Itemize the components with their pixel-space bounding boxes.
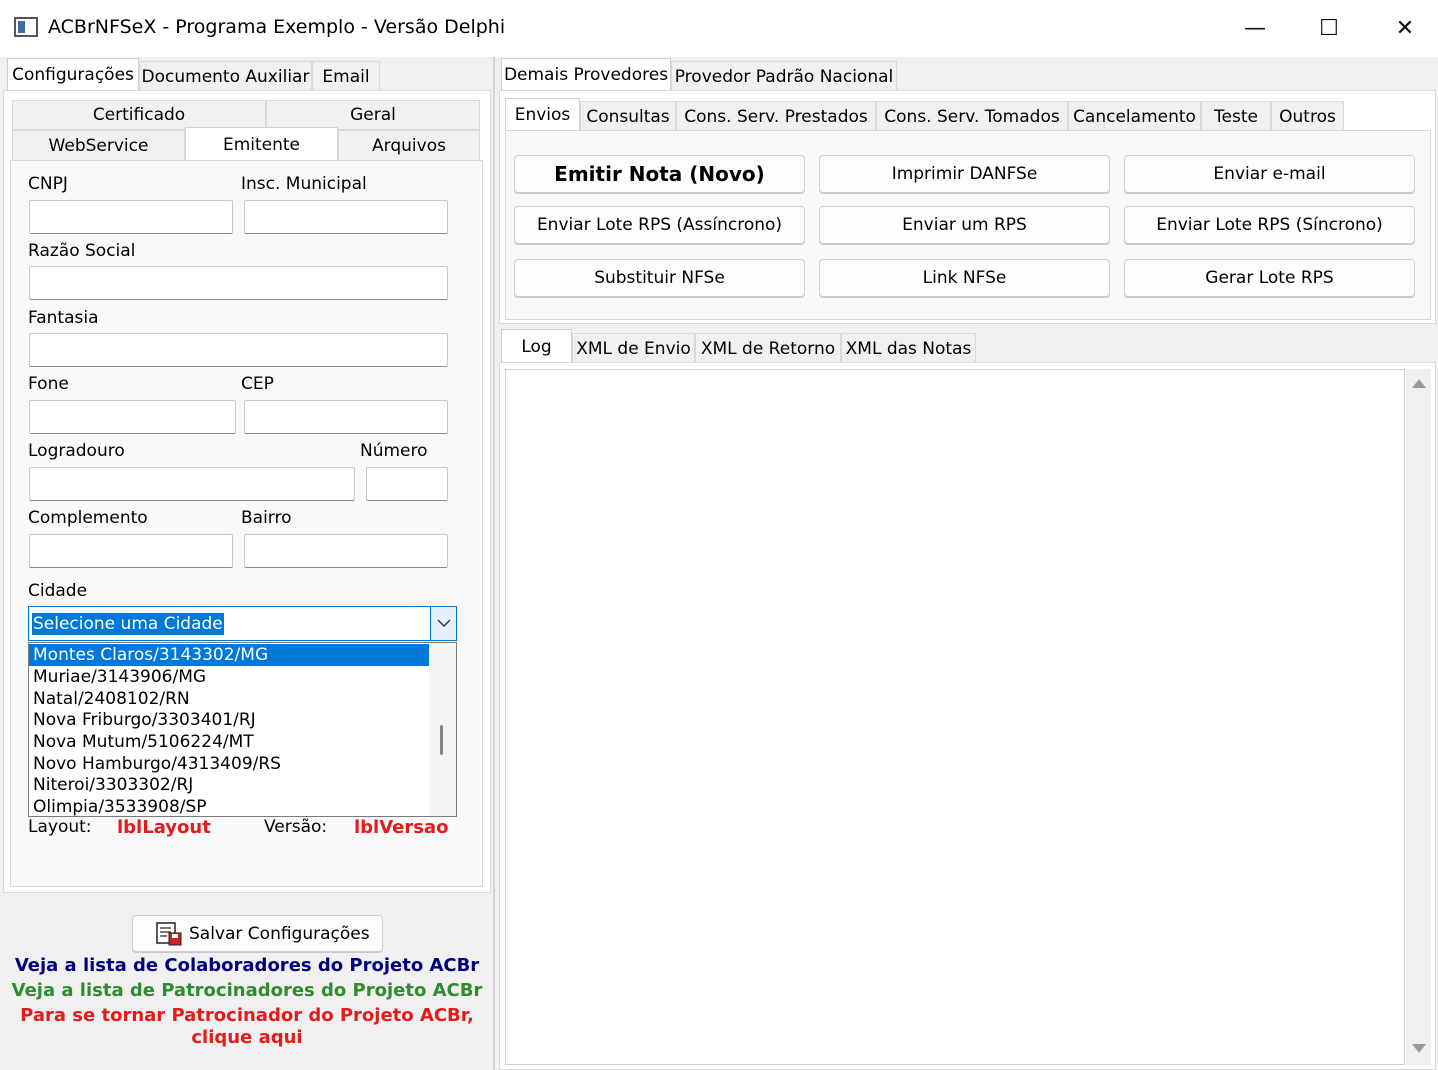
link-patrocinar-line2[interactable]: clique aqui xyxy=(0,1027,494,1048)
subtab-webservice[interactable]: WebService xyxy=(12,130,185,160)
subtab-geral[interactable]: Geral xyxy=(266,100,480,130)
app-icon xyxy=(14,17,38,37)
fantasia-label: Fantasia xyxy=(28,308,99,328)
scrollbar-thumb[interactable] xyxy=(440,725,443,755)
list-item[interactable]: Nova Mutum/5106224/MT xyxy=(29,731,432,753)
list-item[interactable]: Novo Hamburgo/4313409/RS xyxy=(29,753,432,775)
bairro-label: Bairro xyxy=(241,508,292,528)
link-colaboradores[interactable]: Veja a lista de Colaboradores do Projeto… xyxy=(0,955,494,976)
scroll-up-icon[interactable] xyxy=(1412,379,1426,388)
fone-field[interactable] xyxy=(29,400,236,434)
scroll-down-icon[interactable] xyxy=(1412,1044,1426,1053)
substituir-nfse-button[interactable]: Substituir NFSe xyxy=(514,259,805,297)
bairro-field[interactable] xyxy=(244,534,448,568)
list-item[interactable]: Nova Friburgo/3303401/RJ xyxy=(29,709,432,731)
enviar-email-button[interactable]: Enviar e-mail xyxy=(1124,155,1415,193)
save-config-label: Salvar Configurações xyxy=(189,923,370,944)
subtab-emitente[interactable]: Emitente xyxy=(185,127,338,162)
subtab-envios[interactable]: Envios xyxy=(505,98,580,131)
subtab-teste[interactable]: Teste xyxy=(1201,101,1271,131)
tab-provedor-padrao-nacional[interactable]: Provedor Padrão Nacional xyxy=(671,61,897,91)
enviar-lote-rps-assincrono-button[interactable]: Enviar Lote RPS (Assíncrono) xyxy=(514,206,805,244)
splitter[interactable] xyxy=(493,57,495,1070)
tab-log[interactable]: Log xyxy=(501,329,572,363)
cidade-label: Cidade xyxy=(28,581,88,601)
subtab-arquivos[interactable]: Arquivos xyxy=(338,130,480,160)
layout-value: lblLayout xyxy=(117,817,211,838)
layout-label: Layout: xyxy=(28,817,92,837)
cnpj-field[interactable] xyxy=(29,200,233,234)
numero-label: Número xyxy=(360,441,428,461)
link-nfse-button[interactable]: Link NFSe xyxy=(819,259,1110,297)
cidade-combobox[interactable]: Selecione uma Cidade xyxy=(28,606,457,641)
enviar-um-rps-button[interactable]: Enviar um RPS xyxy=(819,206,1110,244)
gerar-lote-rps-button[interactable]: Gerar Lote RPS xyxy=(1124,259,1415,297)
subtab-certificado[interactable]: Certificado xyxy=(12,100,266,130)
fantasia-field[interactable] xyxy=(29,333,448,367)
tab-demais-provedores[interactable]: Demais Provedores xyxy=(501,58,671,90)
subtab-cancelamento[interactable]: Cancelamento xyxy=(1068,101,1201,131)
logradouro-field[interactable] xyxy=(29,467,355,501)
subtab-outros[interactable]: Outros xyxy=(1271,101,1344,131)
tab-configuracoes[interactable]: Configurações xyxy=(7,58,139,90)
tab-xml-retorno[interactable]: XML de Retorno xyxy=(695,333,841,363)
save-config-button[interactable]: Salvar Configurações xyxy=(132,915,383,952)
numero-field[interactable] xyxy=(366,467,448,501)
cnpj-label: CNPJ xyxy=(28,174,68,194)
tab-xml-envio[interactable]: XML de Envio xyxy=(572,333,695,363)
emitir-nota-button[interactable]: Emitir Nota (Novo) xyxy=(514,155,805,193)
versao-label: Versão: xyxy=(264,817,328,837)
complemento-field[interactable] xyxy=(29,534,233,568)
tab-xml-notas[interactable]: XML das Notas xyxy=(841,333,976,363)
cep-field[interactable] xyxy=(244,400,448,434)
imprimir-danfse-button[interactable]: Imprimir DANFSe xyxy=(819,155,1110,193)
minimize-button[interactable]: — xyxy=(1230,10,1280,46)
cidade-dropdown-list[interactable]: Montes Claros/3143302/MG Muriae/3143906/… xyxy=(28,642,457,817)
window-title: ACBrNFSeX - Programa Exemplo - Versão De… xyxy=(48,16,506,38)
close-button[interactable]: ✕ xyxy=(1380,10,1430,46)
list-item[interactable]: Niteroi/3303302/RJ xyxy=(29,774,432,796)
link-patrocinar-line1[interactable]: Para se tornar Patrocinador do Projeto A… xyxy=(0,1005,494,1026)
list-item[interactable]: Muriae/3143906/MG xyxy=(29,666,432,688)
insc-municipal-field[interactable] xyxy=(244,200,448,234)
complemento-label: Complemento xyxy=(28,508,148,528)
list-item[interactable]: Montes Claros/3143302/MG xyxy=(29,644,432,666)
log-textarea[interactable] xyxy=(505,369,1405,1065)
cidade-selected-value: Selecione uma Cidade xyxy=(32,613,224,635)
link-patrocinadores[interactable]: Veja a lista de Patrocinadores do Projet… xyxy=(0,980,494,1001)
logradouro-label: Logradouro xyxy=(28,441,125,461)
insc-municipal-label: Insc. Municipal xyxy=(241,174,367,194)
subtab-cons-serv-prestados[interactable]: Cons. Serv. Prestados xyxy=(676,101,876,131)
save-icon xyxy=(155,921,183,947)
versao-value: lblVersao xyxy=(354,817,449,838)
cep-label: CEP xyxy=(241,374,274,394)
subtab-cons-serv-tomados[interactable]: Cons. Serv. Tomados xyxy=(876,101,1068,131)
enviar-lote-rps-sincrono-button[interactable]: Enviar Lote RPS (Síncrono) xyxy=(1124,206,1415,244)
log-scrollbar[interactable] xyxy=(1406,369,1431,1065)
tab-documento-auxiliar[interactable]: Documento Auxiliar xyxy=(139,61,312,91)
razao-social-label: Razão Social xyxy=(28,241,136,261)
list-item[interactable]: Natal/2408102/RN xyxy=(29,688,432,710)
razao-social-field[interactable] xyxy=(29,266,448,300)
scrollbar[interactable] xyxy=(429,643,456,816)
title-bar: ACBrNFSeX - Programa Exemplo - Versão De… xyxy=(0,0,1438,57)
fone-label: Fone xyxy=(28,374,69,394)
maximize-button[interactable]: ☐ xyxy=(1304,10,1354,46)
chevron-down-icon[interactable] xyxy=(430,607,456,640)
subtab-consultas[interactable]: Consultas xyxy=(580,101,676,131)
list-item[interactable]: Olimpia/3533908/SP xyxy=(29,796,432,816)
tab-email[interactable]: Email xyxy=(312,61,380,91)
